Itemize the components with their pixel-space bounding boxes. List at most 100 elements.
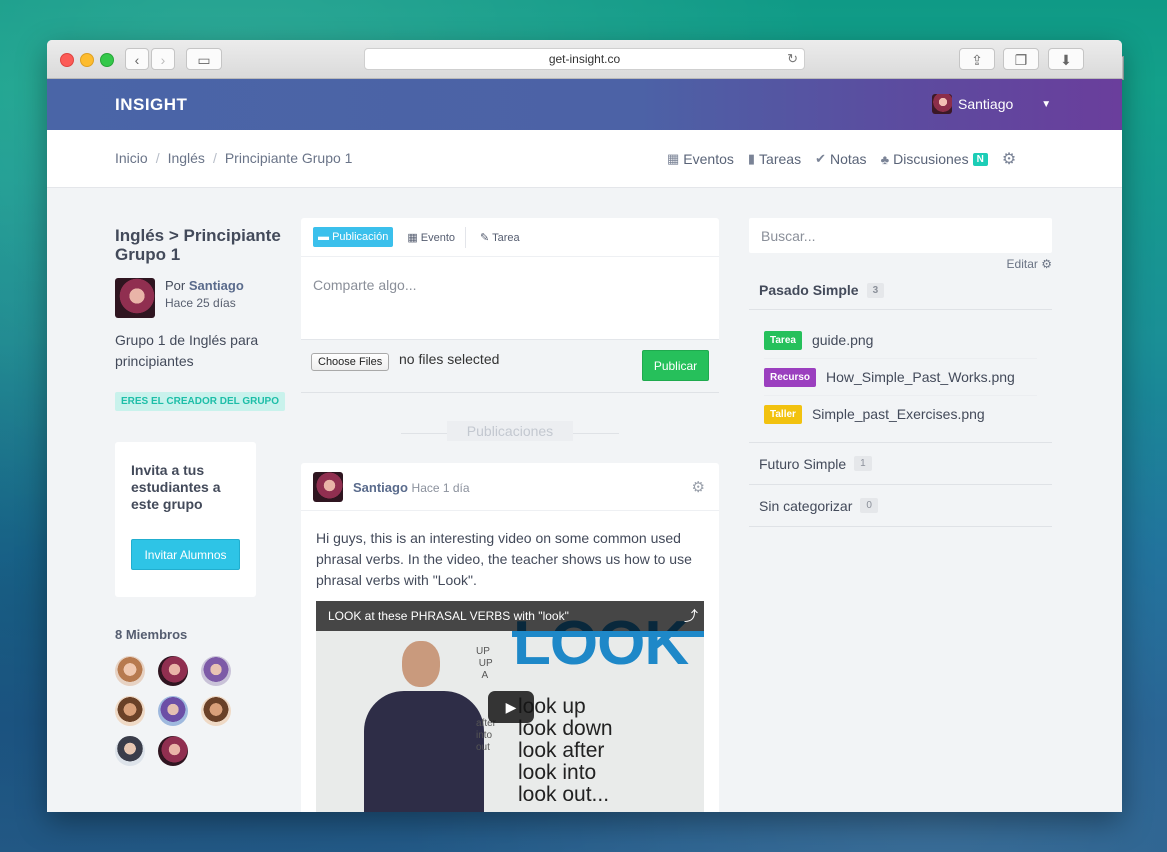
video-banner-text: LOOK <box>513 609 689 678</box>
video-embed[interactable]: UP UP Aafter into out LOOK look up look do… <box>316 601 704 812</box>
close-window-button[interactable] <box>60 53 74 67</box>
share-icon[interactable]: ⤴ <box>684 601 698 631</box>
member-avatar[interactable] <box>158 656 188 686</box>
brand-logo[interactable]: INSIGHT <box>115 95 187 115</box>
post-author: Santiago Hace 1 día <box>353 480 470 495</box>
video-thumbnail-person <box>344 631 494 812</box>
forward-button[interactable]: › <box>151 48 175 70</box>
tab-post[interactable]: ▬ Publicación <box>313 227 394 247</box>
post-body: Hi guys, this is an interesting video on… <box>301 511 719 812</box>
user-menu[interactable]: Santiago ▼ <box>932 93 1051 115</box>
minimize-window-button[interactable] <box>80 53 94 67</box>
post-author-name[interactable]: Santiago <box>353 480 408 495</box>
member-avatar[interactable] <box>201 696 231 726</box>
resource-item[interactable]: Tarea guide.png <box>764 322 1037 359</box>
breadcrumb-separator: / <box>212 150 217 166</box>
choose-files-button[interactable]: Choose Files <box>311 353 390 371</box>
edit-label: Editar <box>1006 257 1038 271</box>
feed-column: ▬ Publicación ▦ Evento ✎ Tarea Choose Fi… <box>301 218 719 812</box>
author-name[interactable]: Santiago <box>189 278 244 293</box>
author-avatar[interactable] <box>115 278 155 318</box>
breadcrumb-subject[interactable]: Inglés <box>168 150 205 166</box>
member-avatar[interactable] <box>115 736 145 766</box>
video-line: look down <box>518 717 613 740</box>
video-line: look into <box>518 761 597 784</box>
share-icon[interactable]: ⇪ <box>959 48 995 70</box>
group-author: Por Santiago Hace 25 días <box>115 278 290 318</box>
category-futuro-simple[interactable]: Futuro Simple 1 <box>749 443 1052 485</box>
resource-item[interactable]: Recurso How_Simple_Past_Works.png <box>764 359 1037 396</box>
resource-file[interactable]: How_Simple_Past_Works.png <box>826 369 1015 385</box>
member-avatar[interactable] <box>158 696 188 726</box>
publish-button[interactable]: Publicar <box>642 350 709 381</box>
group-date: Hace 25 días <box>165 296 236 310</box>
edit-link[interactable]: Editar ⚙ <box>749 257 1052 271</box>
gear-icon[interactable]: ⚙ <box>692 478 705 496</box>
user-name: Santiago <box>958 96 1014 112</box>
nav-tasks-label: Tareas <box>759 151 802 167</box>
browser-toolbar: ‹ › ▭ get-insight.co ↻ ⇪ ❐ ⬇ <box>47 40 1122 79</box>
nav-discussions[interactable]: ♣ Discusiones N <box>881 149 988 169</box>
tab-task[interactable]: ✎ Tarea <box>476 227 530 248</box>
tree-icon: ♣ <box>880 151 890 167</box>
file-status: no files selected <box>399 351 500 367</box>
group-nav: ▦ Eventos ▮ Tareas ✔ Notas ♣ Discusiones N ⚙ <box>667 149 1016 169</box>
post-text: Hi guys, this is an interesting video on… <box>316 530 692 588</box>
resource-file[interactable]: Simple_past_Exercises.png <box>812 406 985 422</box>
main-content: Inglés > Principiante Grupo 1 Por Santia… <box>47 188 1122 812</box>
category-name: Futuro Simple <box>759 455 847 472</box>
resource-tag: Tarea <box>764 330 802 350</box>
comment-icon: ▬ <box>318 231 329 243</box>
invite-card: Invita a tus estudiantes a este grupo In… <box>115 442 256 597</box>
calendar-icon: ▦ <box>667 151 680 166</box>
post-composer: ▬ Publicación ▦ Evento ✎ Tarea Choose Fi… <box>301 218 719 393</box>
member-avatar[interactable] <box>115 696 145 726</box>
play-icon[interactable]: ▶ <box>488 691 534 723</box>
compose-area <box>301 257 719 340</box>
member-avatar[interactable] <box>201 656 231 686</box>
check-icon: ✔ <box>815 151 826 166</box>
caret-down-icon[interactable]: ▼ <box>1041 99 1051 110</box>
compose-textarea[interactable] <box>301 257 719 339</box>
pencil-icon: ✎ <box>480 231 490 244</box>
url-text: get-insight.co <box>548 52 621 66</box>
resource-tag: Taller <box>764 404 802 424</box>
new-badge: N <box>972 152 988 166</box>
gear-icon: ⚙ <box>1041 257 1052 271</box>
tabs-overview-icon[interactable]: ❐ <box>1003 48 1039 70</box>
back-button[interactable]: ‹ <box>125 48 149 70</box>
breadcrumb: Inicio / Inglés / Principiante Grupo 1 <box>115 150 352 166</box>
file-icon: ▮ <box>747 151 756 166</box>
member-avatar[interactable] <box>115 656 145 686</box>
search-input[interactable] <box>749 218 1052 253</box>
downloads-icon[interactable]: ⬇ <box>1048 48 1084 70</box>
resource-item[interactable]: Taller Simple_past_Exercises.png <box>764 396 1037 432</box>
video-line: look out... <box>518 783 610 806</box>
sidebar-toggle-icon[interactable]: ▭ <box>186 48 222 70</box>
nav-notes[interactable]: ✔ Notas <box>815 149 866 169</box>
nav-tasks[interactable]: ▮ Tareas <box>748 149 801 169</box>
category-sin-categorizar[interactable]: Sin categorizar 0 <box>749 485 1052 527</box>
address-bar[interactable]: get-insight.co ↻ <box>364 48 805 70</box>
browser-window: ‹ › ▭ get-insight.co ↻ ⇪ ❐ ⬇ INSIGHT San… <box>47 40 1122 812</box>
group-info-panel: Inglés > Principiante Grupo 1 Por Santia… <box>115 226 290 766</box>
resource-file[interactable]: guide.png <box>812 332 874 348</box>
invite-students-button[interactable]: Invitar Alumnos <box>131 539 240 570</box>
nav-events[interactable]: ▦ Eventos <box>667 149 734 169</box>
members-grid <box>115 656 290 766</box>
category-count: 0 <box>860 498 878 513</box>
breadcrumb-separator: / <box>155 150 160 166</box>
breadcrumb-home[interactable]: Inicio <box>115 150 148 166</box>
feed-divider: Publicaciones <box>301 421 719 443</box>
category-count: 3 <box>866 282 885 298</box>
gear-icon[interactable]: ⚙ <box>1002 149 1016 169</box>
video-title[interactable]: LOOK at these PHRASAL VERBS with "look" <box>328 609 569 623</box>
zoom-window-button[interactable] <box>100 53 114 67</box>
resource-tag: Recurso <box>764 367 817 387</box>
category-pasado-simple[interactable]: Pasado Simple 3 <box>749 271 1052 310</box>
tab-event[interactable]: ▦ Evento <box>403 226 467 248</box>
post-author-avatar[interactable] <box>313 472 343 502</box>
reload-icon[interactable]: ↻ <box>787 49 798 69</box>
member-avatar[interactable] <box>158 736 188 766</box>
creator-badge: ERES EL CREADOR DEL GRUPO <box>115 392 285 411</box>
